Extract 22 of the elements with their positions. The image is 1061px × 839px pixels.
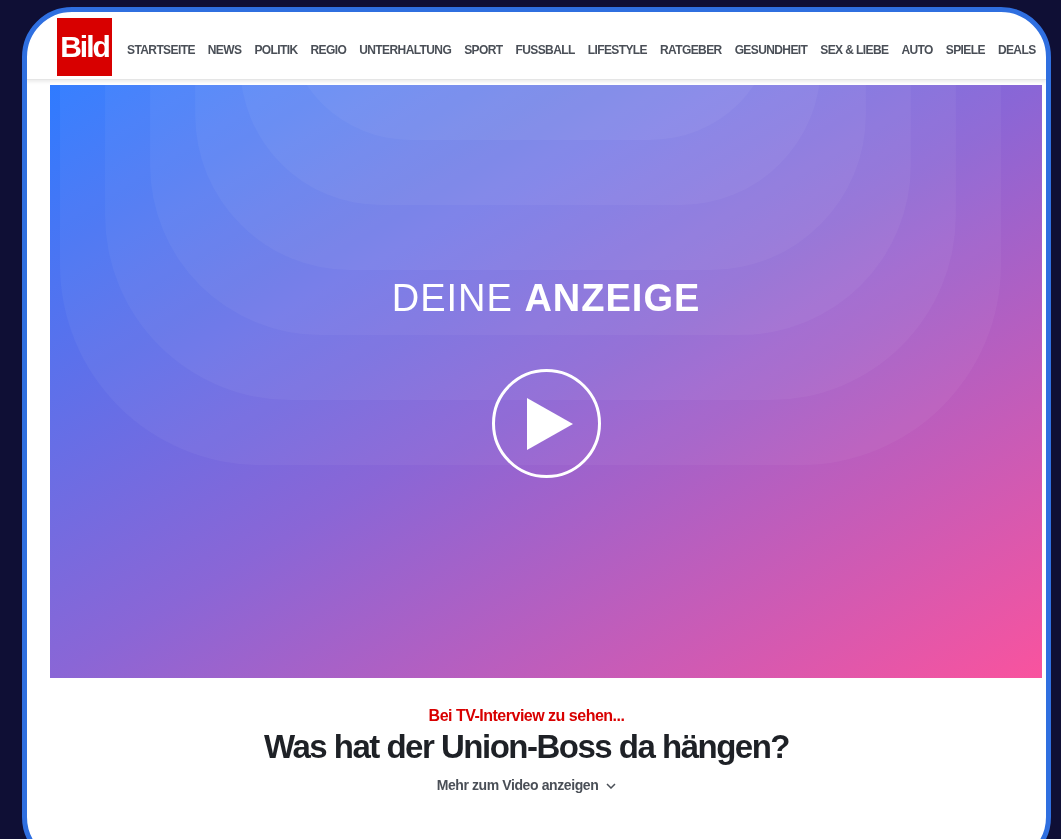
nav-link[interactable]: SEX & LIEBE bbox=[820, 40, 889, 59]
nav-link[interactable]: FUSSBALL bbox=[515, 40, 575, 59]
chevron-icon bbox=[606, 782, 617, 789]
nav-link[interactable]: GESUNDHEIT bbox=[734, 40, 808, 59]
nav-link[interactable]: AUTO bbox=[901, 40, 933, 59]
nav-link[interactable]: POLITIK bbox=[254, 40, 298, 59]
nav-link[interactable]: LIFESTYLE bbox=[587, 40, 647, 59]
ad-title: DEINE ANZEIGE bbox=[391, 279, 701, 317]
article-kicker: Bei TV-Interview zu sehen... bbox=[428, 706, 625, 726]
play-icon bbox=[527, 397, 573, 450]
nav-link[interactable]: RATGEBER bbox=[659, 40, 722, 59]
play-button[interactable] bbox=[491, 369, 601, 478]
bild-logo[interactable]: Bild bbox=[57, 17, 112, 76]
nav-link[interactable]: UNTERHALTUNG bbox=[359, 40, 452, 59]
nav-link[interactable]: STARTSEITE bbox=[127, 40, 195, 59]
nav-link[interactable]: NEWS bbox=[207, 40, 242, 59]
nav-link[interactable]: SPIELE bbox=[945, 40, 985, 59]
more-link[interactable]: Mehr zum Video anzeigen bbox=[436, 775, 617, 797]
nav-link[interactable]: SPORT bbox=[464, 40, 503, 59]
article-headline[interactable]: Was hat der Union-Boss da hängen? bbox=[264, 726, 789, 768]
nav-link[interactable]: DEALS bbox=[997, 40, 1036, 59]
nav-link[interactable]: REGIO bbox=[310, 40, 347, 59]
